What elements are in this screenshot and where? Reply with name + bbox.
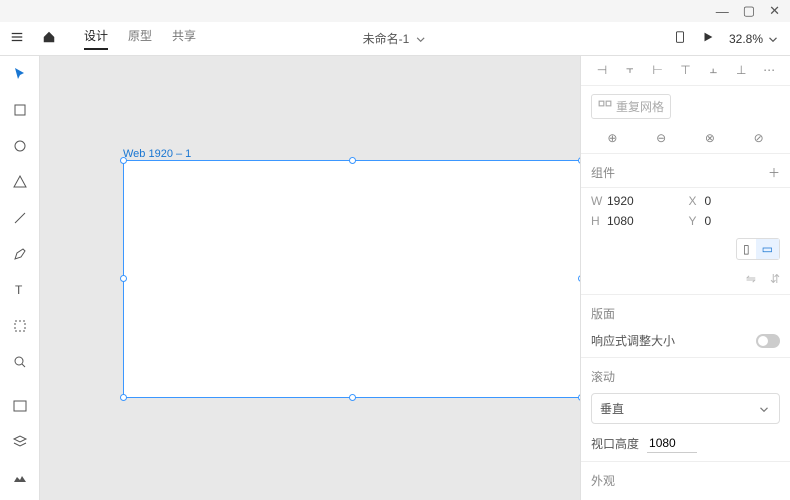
height-input[interactable]: 1080 (607, 214, 637, 228)
flip-v-icon[interactable]: ⇵ (770, 272, 780, 286)
resize-handle[interactable] (120, 275, 127, 282)
add-component-icon[interactable]: ＋ (768, 164, 780, 181)
bool-exclude-icon[interactable]: ⊘ (737, 131, 780, 145)
portrait-icon[interactable]: ▯ (737, 239, 756, 259)
properties-panel: ⊣ ⫟ ⊢ ⊤ ⫠ ⊥ ⋯ 重复网格 ⊕ ⊖ ⊗ ⊘ 组件 ＋ W 1920 X0… (580, 56, 790, 500)
polygon-tool[interactable] (8, 170, 32, 194)
responsive-label: 响应式调整大小 (591, 332, 675, 349)
layers-panel-icon[interactable] (8, 430, 32, 454)
y-label: Y (689, 214, 701, 228)
maximize-button[interactable]: ▢ (743, 3, 755, 19)
align-bottom-icon[interactable]: ⊥ (730, 63, 752, 77)
plugins-panel-icon[interactable] (8, 466, 32, 490)
resize-handle[interactable] (349, 394, 356, 401)
viewport-height-input[interactable] (647, 434, 697, 453)
chevron-down-icon (413, 32, 427, 46)
align-right-icon[interactable]: ⊢ (647, 63, 669, 77)
x-input[interactable]: 0 (705, 194, 735, 208)
home-icon[interactable] (42, 30, 56, 47)
landscape-icon[interactable]: ▭ (756, 239, 779, 259)
artboard-tool[interactable] (8, 314, 32, 338)
x-label: X (689, 194, 701, 208)
viewport-height-label: 视口高度 (591, 435, 639, 452)
responsive-toggle[interactable] (756, 334, 780, 348)
line-tool[interactable] (8, 206, 32, 230)
tools-sidebar: T (0, 56, 40, 500)
chevron-down-icon (766, 32, 780, 46)
grid-icon (598, 100, 612, 114)
width-input[interactable]: 1920 (607, 194, 637, 208)
artboard-label[interactable]: Web 1920 – 1 (123, 148, 191, 160)
section-component: 组件 (591, 164, 615, 181)
tab-prototype[interactable]: 原型 (128, 27, 152, 50)
assets-panel-icon[interactable] (8, 394, 32, 418)
artboard[interactable] (123, 160, 582, 398)
tab-design[interactable]: 设计 (84, 27, 108, 50)
resize-handle[interactable] (349, 157, 356, 164)
rectangle-tool[interactable] (8, 98, 32, 122)
minimize-button[interactable]: — (716, 4, 729, 19)
pen-tool[interactable] (8, 242, 32, 266)
resize-handle[interactable] (120, 157, 127, 164)
document-title[interactable]: 未命名-1 (363, 30, 428, 47)
y-input[interactable]: 0 (705, 214, 735, 228)
hamburger-icon[interactable] (10, 30, 24, 47)
resize-handle[interactable] (120, 394, 127, 401)
topbar: 设计 原型 共享 未命名-1 32.8% (0, 22, 790, 56)
play-icon[interactable] (701, 30, 715, 47)
zoom-dropdown[interactable]: 32.8% (729, 32, 780, 46)
align-more-icon[interactable]: ⋯ (758, 63, 780, 77)
device-preview-icon[interactable] (673, 30, 687, 47)
bool-intersect-icon[interactable]: ⊗ (689, 131, 732, 145)
scroll-select[interactable]: 垂直 (591, 393, 780, 424)
chevron-down-icon (757, 402, 771, 416)
svg-text:T: T (15, 283, 23, 297)
align-top-icon[interactable]: ⊤ (675, 63, 697, 77)
align-middle-icon[interactable]: ⫠ (702, 62, 724, 77)
align-center-h-icon[interactable]: ⫟ (619, 62, 641, 77)
repeat-grid-button[interactable]: 重复网格 (591, 94, 671, 119)
text-tool[interactable]: T (8, 278, 32, 302)
w-label: W (591, 194, 603, 208)
canvas[interactable]: Web 1920 – 1 (40, 56, 580, 500)
align-left-icon[interactable]: ⊣ (591, 63, 613, 77)
bool-add-icon[interactable]: ⊕ (591, 131, 634, 145)
section-layout: 版面 (591, 305, 615, 322)
close-button[interactable]: ✕ (769, 3, 780, 19)
section-scroll: 滚动 (591, 368, 615, 385)
select-tool[interactable] (8, 62, 32, 86)
tab-share[interactable]: 共享 (172, 27, 196, 50)
h-label: H (591, 214, 603, 228)
zoom-tool[interactable] (8, 350, 32, 374)
ellipse-tool[interactable] (8, 134, 32, 158)
section-appearance: 外观 (591, 472, 615, 489)
flip-h-icon[interactable]: ⇋ (746, 272, 756, 286)
window-controls: — ▢ ✕ (706, 0, 790, 22)
orientation-toggle[interactable]: ▯ ▭ (736, 238, 780, 260)
bool-subtract-icon[interactable]: ⊖ (640, 131, 683, 145)
